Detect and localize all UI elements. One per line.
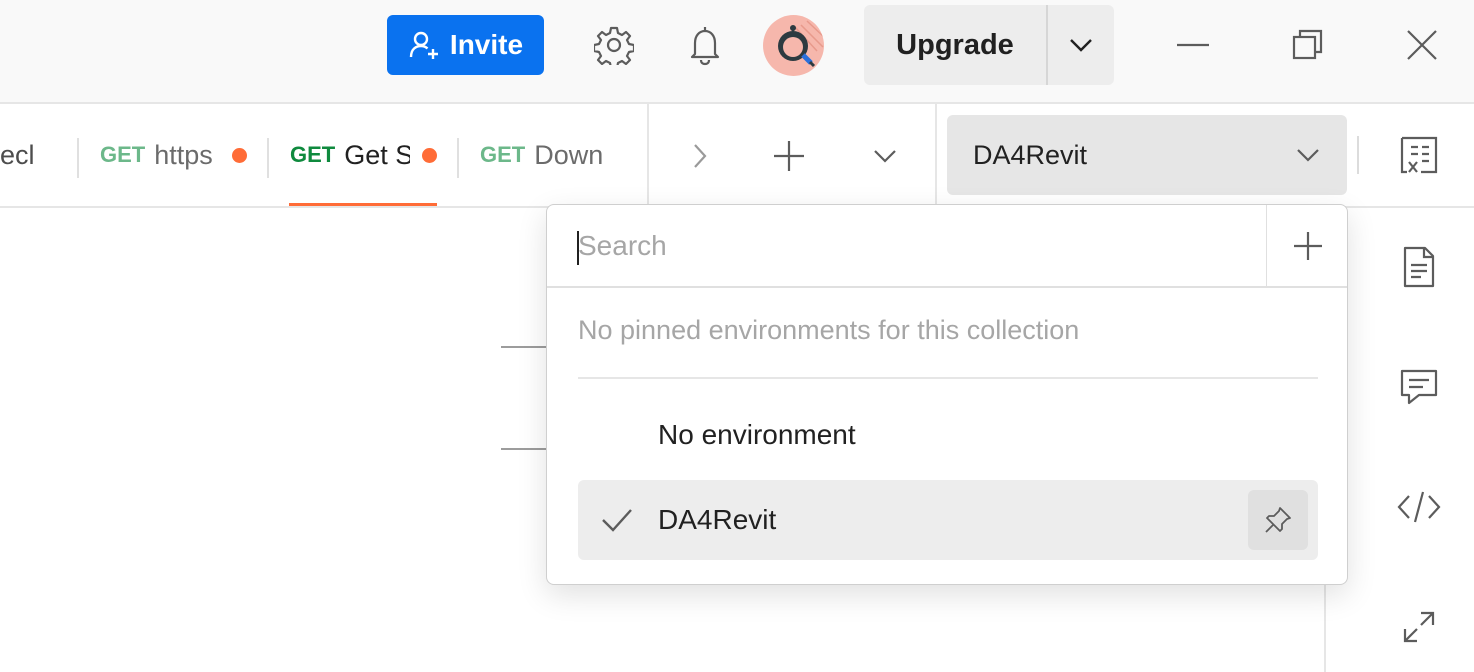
divider <box>578 377 1318 379</box>
plus-icon <box>1293 232 1322 260</box>
upgrade-chevron-down-icon[interactable] <box>1048 5 1114 85</box>
text-cursor <box>577 231 579 265</box>
tab-item[interactable]: ecl <box>0 104 40 206</box>
environment-chevron-down-icon <box>1297 149 1319 162</box>
environment-selector[interactable]: DA4Revit <box>947 115 1347 195</box>
tab-method: GET <box>100 142 146 167</box>
expand-icon[interactable] <box>1392 600 1446 654</box>
environment-option-selected[interactable]: DA4Revit <box>578 480 1318 560</box>
tab-method: GET <box>480 142 526 167</box>
tabs-scroll-right-icon[interactable] <box>680 134 720 178</box>
new-tab-plus-icon[interactable] <box>766 134 812 178</box>
tabs-menu-chevron-icon[interactable] <box>864 134 906 178</box>
unsaved-dot-icon <box>232 148 247 163</box>
active-tab-indicator <box>289 203 437 206</box>
environment-search-input[interactable] <box>547 205 1267 287</box>
comments-icon[interactable] <box>1392 360 1446 414</box>
divider <box>547 286 1347 288</box>
environment-dropdown: No pinned environments for this collecti… <box>546 204 1348 585</box>
upgrade-button-group: Upgrade <box>864 5 1114 85</box>
avatar[interactable] <box>763 15 824 76</box>
minimize-icon[interactable] <box>1168 25 1218 65</box>
unsaved-dot-icon <box>422 148 437 163</box>
pin-icon <box>1265 507 1291 533</box>
notifications-bell-icon[interactable] <box>680 19 730 71</box>
sidebar-divider <box>1324 580 1326 672</box>
environment-selected-label: DA4Revit <box>973 139 1088 170</box>
pin-environment-button[interactable] <box>1248 490 1308 550</box>
tab-title: Get S <box>344 139 411 170</box>
upgrade-button[interactable]: Upgrade <box>864 5 1048 85</box>
add-environment-button[interactable] <box>1266 205 1348 287</box>
environment-quick-look-icon[interactable] <box>1392 128 1446 182</box>
checkmark-icon <box>602 509 632 532</box>
invite-user-icon <box>409 31 438 59</box>
tab-item-active[interactable]: GET Get S <box>290 104 440 206</box>
invite-button[interactable]: Invite <box>387 15 544 75</box>
divider <box>647 104 649 206</box>
tab-title: Down <box>534 139 604 170</box>
tab-separator <box>267 138 269 178</box>
tab-title: ecl <box>0 139 35 170</box>
empty-pinned-message: No pinned environments for this collecti… <box>578 315 1080 345</box>
tab-separator <box>77 138 79 178</box>
environment-option-label: DA4Revit <box>658 504 777 535</box>
divider <box>935 104 937 206</box>
settings-gear-icon[interactable] <box>588 19 640 71</box>
invite-label: Invite <box>449 29 524 60</box>
divider <box>1357 136 1359 174</box>
title-bar: Invite Upgrade <box>0 0 1474 104</box>
code-snippet-icon[interactable] <box>1392 480 1446 534</box>
tab-separator <box>457 138 459 178</box>
tab-method: GET <box>290 142 336 167</box>
close-icon[interactable] <box>1397 25 1447 65</box>
tab-item[interactable]: GET https <box>100 104 250 206</box>
tab-title: https <box>154 139 213 170</box>
tab-item[interactable]: GET Down <box>480 104 620 206</box>
environment-option-label: No environment <box>658 419 856 450</box>
documentation-icon[interactable] <box>1392 240 1446 294</box>
restore-icon[interactable] <box>1283 25 1333 65</box>
environment-option[interactable]: No environment <box>578 395 1318 475</box>
